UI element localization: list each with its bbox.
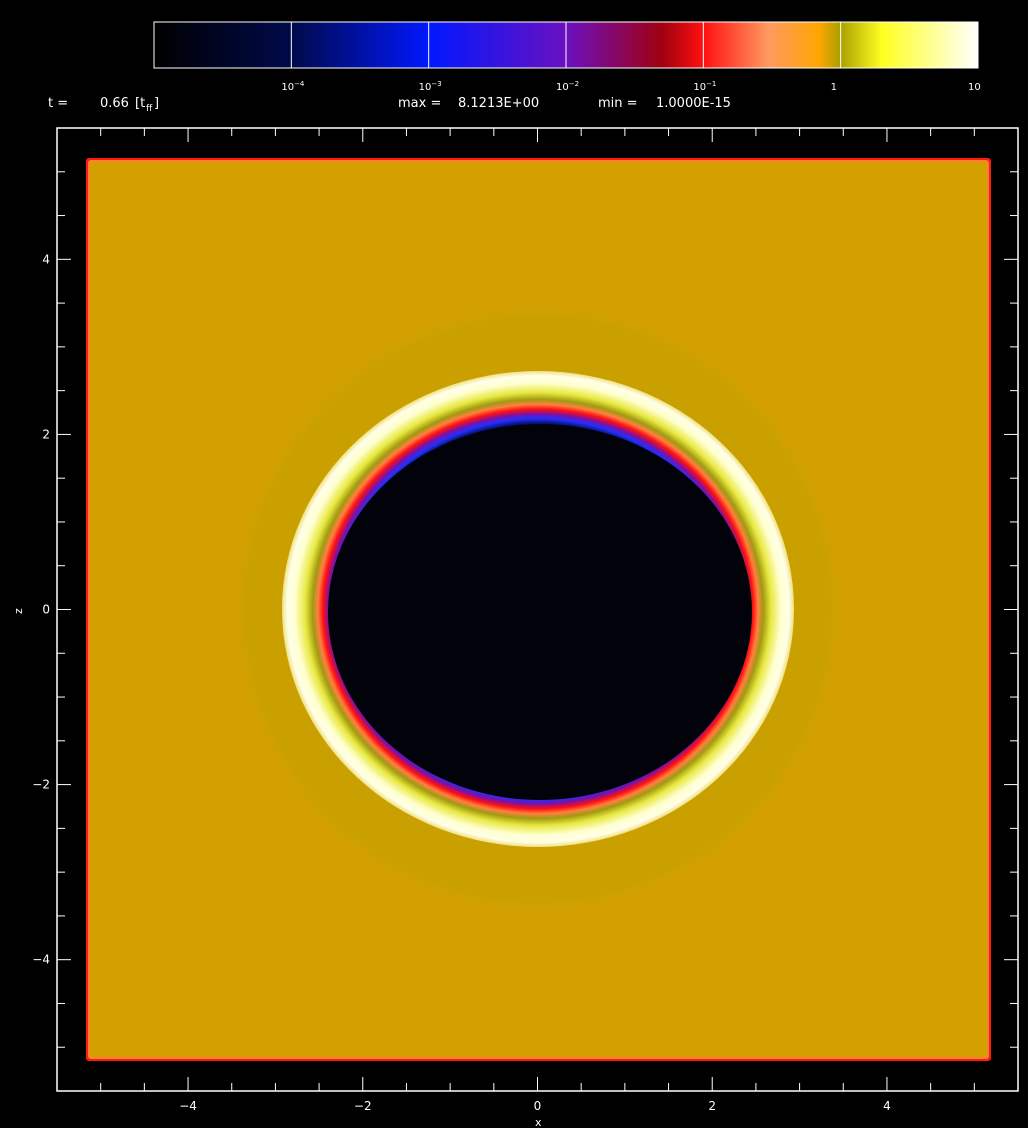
time-label: t = <box>48 96 68 111</box>
colorbar-tick-label-1: 10−3 <box>419 80 442 93</box>
colorbar: 10−4 10−3 10−2 10−1 1 10 <box>153 21 981 93</box>
time-value: 0.66 <box>100 96 129 111</box>
colorbar-tick-label-2: 10−2 <box>556 80 579 93</box>
colorbar-tick-label-5: 10 <box>968 82 981 93</box>
y-axis-tick-labels: −4 −2 0 2 4 <box>32 252 50 966</box>
y-tick-label-0: −4 <box>32 953 50 967</box>
min-label: min = <box>598 96 638 111</box>
y-tick-label-2: 0 <box>42 603 50 617</box>
plot-area <box>56 127 1019 1092</box>
plot-header: t = 0.66 [t ff ] max = 8.1213E+00 min = … <box>48 96 731 114</box>
low-density-cavity <box>328 424 752 800</box>
x-tick-label-3: 2 <box>708 1099 716 1113</box>
colorbar-tick-label-0: 10−4 <box>281 80 305 93</box>
x-tick-label-2: 0 <box>534 1099 542 1113</box>
max-value: 8.1213E+00 <box>458 96 539 111</box>
x-axis-tick-labels: −4 −2 0 2 4 <box>179 1099 891 1113</box>
x-tick-label-0: −4 <box>179 1099 197 1113</box>
colorbar-tick-labels: 10−4 10−3 10−2 10−1 1 10 <box>281 80 980 93</box>
y-tick-label-1: −2 <box>32 778 50 792</box>
colorbar-tick-label-3: 10−1 <box>693 80 716 93</box>
colorbar-tick-label-4: 1 <box>831 82 837 93</box>
x-axis-label: x <box>535 1116 542 1128</box>
y-tick-label-3: 2 <box>42 427 50 441</box>
max-label: max = <box>398 96 441 111</box>
x-tick-label-1: −2 <box>354 1099 372 1113</box>
x-tick-label-4: 4 <box>883 1099 891 1113</box>
time-unit-sub: ff <box>146 104 153 114</box>
time-unit-close: ] <box>154 96 159 111</box>
y-tick-label-4: 4 <box>42 252 50 266</box>
density-plot-figure: 10−4 10−3 10−2 10−1 1 10 t = 0.66 [t ff ] max… <box>12 21 1019 1128</box>
min-value: 1.0000E-15 <box>656 96 731 111</box>
time-unit-open: [t <box>135 96 145 111</box>
y-axis-label: z <box>12 608 25 614</box>
